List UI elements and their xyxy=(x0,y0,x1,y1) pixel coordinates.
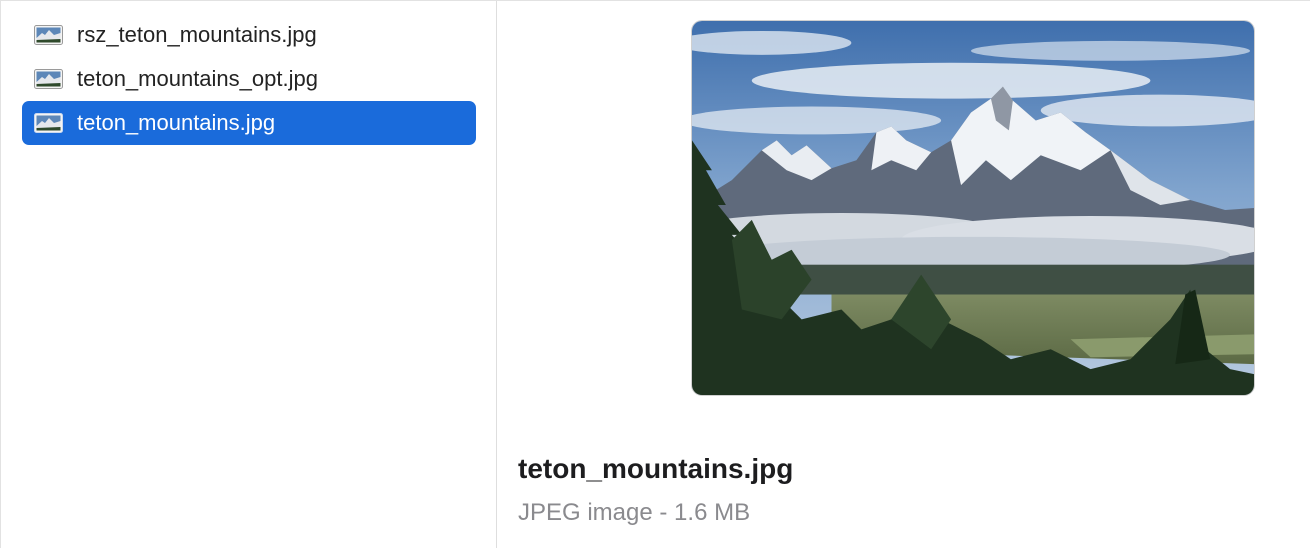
preview-file-name: teton_mountains.jpg xyxy=(518,453,794,484)
finder-window: rsz_teton_mountains.jpg teton_mountains_… xyxy=(0,0,1310,548)
file-row-teton-mountains-opt[interactable]: teton_mountains_opt.jpg xyxy=(22,57,476,101)
file-row-teton-mountains[interactable]: teton_mountains.jpg xyxy=(22,101,476,145)
file-list: rsz_teton_mountains.jpg teton_mountains_… xyxy=(1,1,497,548)
mountain-landscape-preview xyxy=(692,21,1254,395)
jpeg-thumbnail-icon xyxy=(34,25,63,45)
file-row-rsz-teton-mountains[interactable]: rsz_teton_mountains.jpg xyxy=(22,13,476,57)
preview-pane: teton_mountains.jpg JPEG image - 1.6 MB xyxy=(497,1,1310,548)
jpeg-thumbnail-icon xyxy=(34,69,63,89)
image-preview[interactable] xyxy=(691,20,1255,396)
preview-file-kind-size: JPEG image - 1.6 MB xyxy=(518,499,751,526)
file-name: teton_mountains_opt.jpg xyxy=(77,66,318,91)
jpeg-thumbnail-icon xyxy=(34,113,63,133)
file-name: teton_mountains.jpg xyxy=(77,110,276,135)
file-name: rsz_teton_mountains.jpg xyxy=(77,22,317,47)
